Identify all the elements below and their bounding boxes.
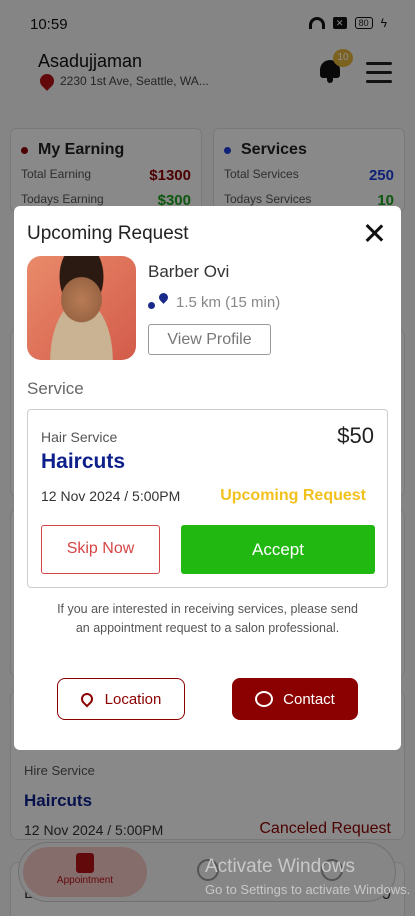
service-heading: Service: [27, 379, 84, 398]
service-date: 12 Nov 2024 / 5:00PM: [41, 488, 181, 504]
service-price: $50: [337, 423, 374, 448]
skip-now-button[interactable]: Skip Now: [41, 525, 160, 574]
chat-icon: [255, 691, 274, 707]
upcoming-request-modal: Upcoming Request Barber Ovi 1.5 km (15 m…: [14, 206, 401, 750]
distance-text: 1.5 km (15 min): [176, 293, 281, 311]
contact-button[interactable]: Contact: [232, 678, 358, 720]
windows-watermark: Activate Windows Go to Settings to activ…: [205, 856, 410, 897]
watermark-subtitle: Go to Settings to activate Windows.: [205, 882, 411, 897]
modal-title: Upcoming Request: [27, 223, 189, 244]
location-icon: [78, 690, 96, 708]
watermark-title: Activate Windows: [205, 856, 355, 877]
location-label: Location: [104, 690, 162, 708]
route-icon: [148, 291, 170, 311]
barber-name: Barber Ovi: [148, 262, 230, 281]
service-card: Hair Service $50 Haircuts 12 Nov 2024 / …: [27, 409, 388, 588]
view-profile-button[interactable]: View Profile: [148, 324, 271, 355]
close-icon[interactable]: [364, 223, 384, 243]
distance-row: 1.5 km (15 min): [148, 291, 281, 311]
location-button[interactable]: Location: [57, 678, 185, 720]
contact-label: Contact: [283, 690, 335, 708]
status-badge: Upcoming Request: [220, 487, 366, 504]
avatar: [27, 256, 136, 360]
service-name: Haircuts: [41, 450, 126, 473]
info-text: If you are interested in receiving servi…: [57, 602, 358, 635]
accept-button[interactable]: Accept: [181, 525, 375, 574]
service-label: Hair Service: [41, 429, 118, 445]
